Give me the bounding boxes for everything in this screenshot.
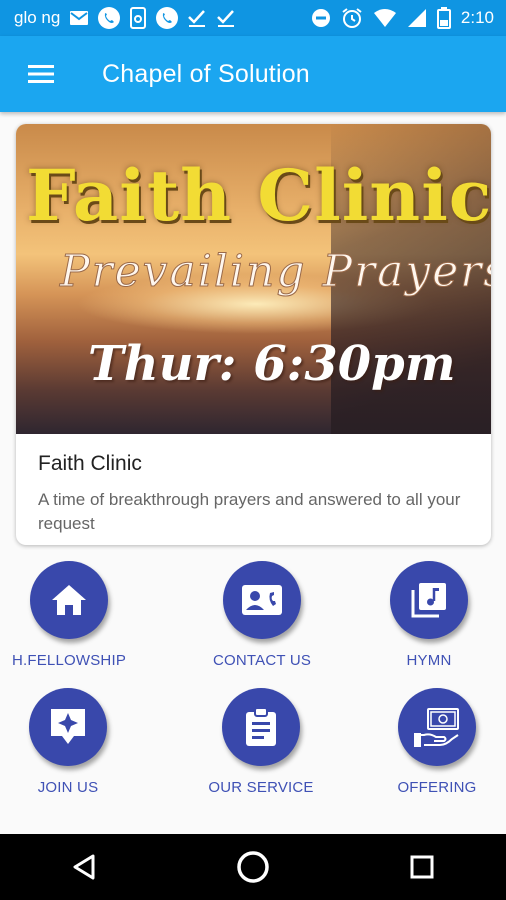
cash-hand-icon: [398, 688, 476, 766]
menu-item-h-fellowship[interactable]: H.FELLOWSHIP: [0, 561, 154, 669]
hamburger-menu-icon[interactable]: [14, 47, 68, 101]
menu-item-label: OFFERING: [397, 779, 477, 796]
card-title: Faith Clinic: [38, 452, 142, 475]
banner-subheading: Prevailing Prayers: [60, 246, 492, 298]
menu-item-label: CONTACT US: [212, 652, 312, 669]
alarm-icon: [341, 7, 363, 29]
banner-heading: Faith Clinic: [26, 154, 491, 237]
card-body: Faith Clinic A time of breakthrough pray…: [16, 434, 491, 536]
battery-icon: [436, 7, 451, 29]
app-title: Chapel of Solution: [102, 59, 310, 88]
check-icon: [216, 9, 236, 27]
check-icon: [187, 9, 207, 27]
menu-item-label: OUR SERVICE: [208, 779, 314, 796]
home-icon: [30, 561, 108, 639]
menu-item-label: H.FELLOWSHIP: [11, 652, 127, 669]
menu-item-contact-us[interactable]: CONTACT US: [177, 561, 347, 669]
mail-icon: [69, 10, 89, 26]
recents-icon[interactable]: [387, 837, 457, 897]
phone-icon: [98, 7, 121, 29]
banner-schedule: Thur: 6:30pm: [88, 336, 456, 392]
do-not-disturb-icon: [311, 8, 331, 28]
sim-doc-icon: [129, 7, 147, 29]
clock: 2:10: [460, 8, 494, 27]
carrier-label: glo ng: [14, 8, 61, 27]
menu-item-label: JOIN US: [37, 779, 99, 796]
contact-card-icon: [223, 561, 301, 639]
menu-item-our-service[interactable]: OUR SERVICE: [176, 688, 346, 796]
sparkle-badge-icon: [29, 688, 107, 766]
status-bar: glo ng 2:10: [0, 0, 506, 36]
event-banner-image: Faith Clinic Prevailing Prayers Thur: 6:…: [16, 124, 491, 434]
system-nav-bar: [0, 834, 506, 900]
menu-item-hymn[interactable]: HYMN: [344, 561, 506, 669]
status-left: glo ng: [0, 7, 236, 29]
phone-icon: [156, 7, 179, 29]
wifi-icon: [373, 8, 397, 28]
menu-item-offering[interactable]: OFFERING: [352, 688, 506, 796]
back-icon[interactable]: [49, 837, 119, 897]
home-circle-icon[interactable]: [218, 837, 288, 897]
menu-item-join-us[interactable]: JOIN US: [0, 688, 153, 796]
app-bar: Chapel of Solution: [0, 36, 506, 112]
clipboard-icon: [222, 688, 300, 766]
music-library-icon: [390, 561, 468, 639]
menu-item-label: HYMN: [406, 652, 452, 669]
signal-icon: [407, 8, 427, 28]
card-description: A time of breakthrough prayers and answe…: [38, 490, 461, 533]
featured-event-card[interactable]: Faith Clinic Prevailing Prayers Thur: 6:…: [16, 124, 491, 545]
status-right: 2:10: [311, 7, 506, 29]
